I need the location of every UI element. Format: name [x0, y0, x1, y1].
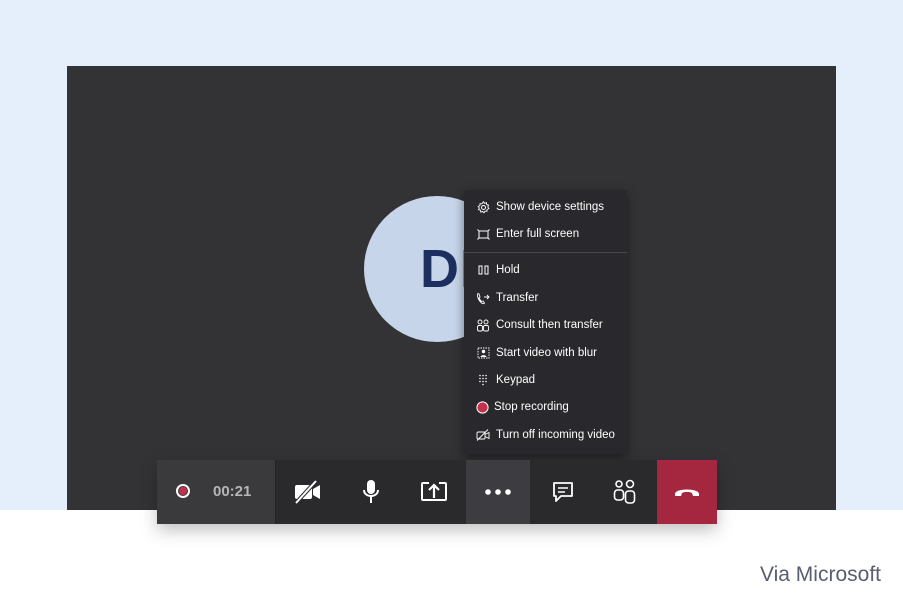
people-icon — [476, 318, 490, 332]
menu-item-label: Turn off incoming video — [496, 429, 615, 441]
more-actions-button[interactable] — [466, 460, 530, 524]
microphone-icon — [360, 478, 382, 506]
menu-divider — [464, 252, 627, 253]
image-credit: Via Microsoft — [760, 563, 881, 586]
phone-forward-icon — [476, 291, 490, 305]
recording-status: 00:21 — [157, 460, 276, 524]
menu-item-turn-off-incoming-video[interactable]: Turn off incoming video — [464, 422, 627, 448]
pause-icon — [476, 263, 490, 277]
menu-item-label: Transfer — [496, 292, 539, 304]
chat-button[interactable] — [532, 460, 594, 524]
menu-item-stop-recording[interactable]: Stop recording — [464, 394, 627, 420]
share-screen-icon — [420, 480, 448, 504]
call-timer: 00:21 — [213, 483, 252, 500]
camera-toggle-button[interactable] — [277, 460, 339, 524]
fullscreen-icon — [476, 227, 490, 241]
video-off-icon — [476, 428, 490, 442]
call-controls-bar: 00:21 — [157, 460, 717, 524]
participants-icon — [613, 479, 637, 505]
menu-item-start-video-with-blur[interactable]: Start video with blur — [464, 340, 627, 366]
menu-item-enter-full-screen[interactable]: Enter full screen — [464, 221, 627, 247]
menu-item-label: Stop recording — [494, 401, 569, 413]
share-screen-button[interactable] — [403, 460, 465, 524]
more-actions-menu: Show device settings Enter full screen H… — [464, 190, 627, 454]
recording-indicator-icon — [176, 484, 190, 498]
hang-up-button[interactable] — [657, 460, 717, 524]
menu-item-keypad[interactable]: Keypad — [464, 367, 627, 393]
menu-item-label: Show device settings — [496, 201, 605, 213]
participants-button[interactable] — [594, 460, 656, 524]
call-stage: DB — [67, 66, 836, 510]
blur-icon — [476, 346, 490, 360]
more-icon — [484, 488, 512, 496]
menu-item-label: Consult then transfer — [496, 319, 603, 331]
menu-item-label: Hold — [496, 264, 520, 276]
menu-item-label: Start video with blur — [496, 347, 597, 359]
video-off-icon — [293, 479, 323, 505]
microphone-button[interactable] — [340, 460, 402, 524]
menu-item-hold[interactable]: Hold — [464, 257, 627, 283]
menu-item-label: Enter full screen — [496, 228, 580, 240]
menu-item-label: Keypad — [496, 374, 536, 386]
chat-icon — [551, 480, 575, 504]
menu-item-show-device-settings[interactable]: Show device settings — [464, 194, 627, 220]
gear-icon — [476, 200, 490, 214]
hang-up-icon — [673, 486, 701, 498]
dialpad-icon — [476, 373, 490, 387]
record-icon — [475, 400, 489, 414]
menu-item-consult-then-transfer[interactable]: Consult then transfer — [464, 312, 627, 338]
menu-item-transfer[interactable]: Transfer — [464, 285, 627, 311]
